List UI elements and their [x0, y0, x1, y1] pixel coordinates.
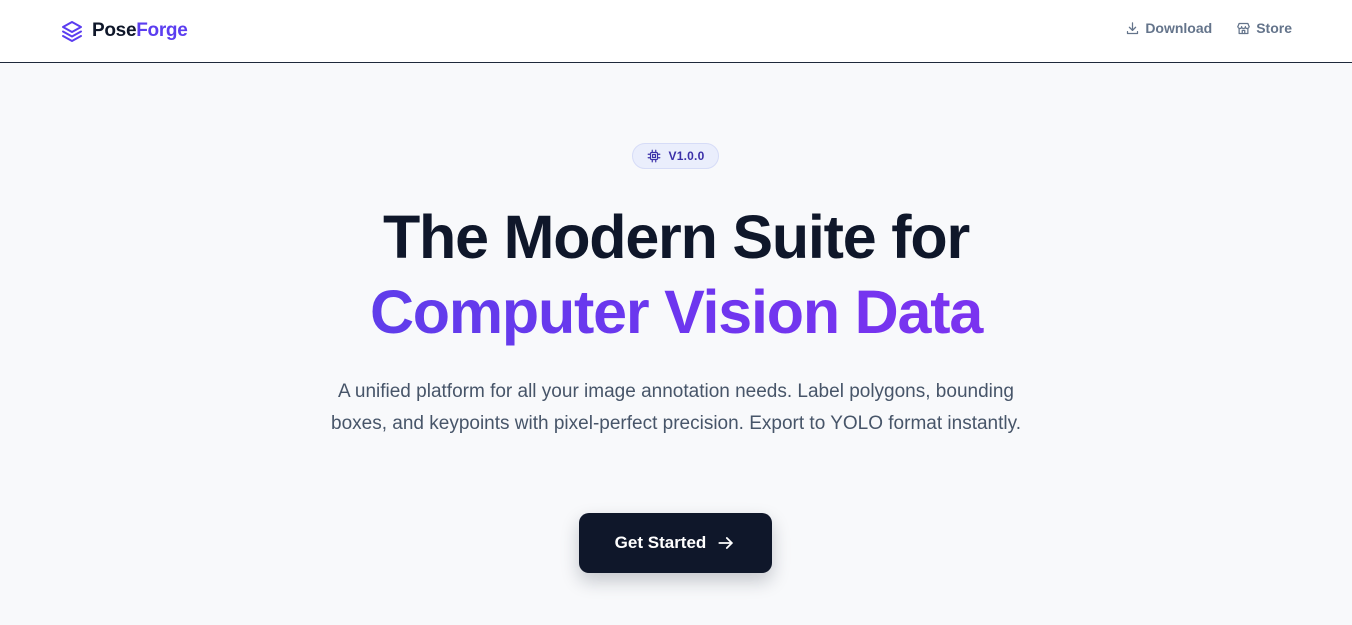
- nav-store-label: Store: [1256, 20, 1292, 36]
- download-icon: [1125, 21, 1140, 36]
- brand-logo[interactable]: PoseForge: [60, 18, 188, 44]
- brand-name-part1: Pose: [92, 20, 137, 41]
- version-badge: V1.0.0: [632, 143, 719, 169]
- get-started-label: Get Started: [614, 533, 707, 552]
- version-label: V1.0.0: [668, 149, 705, 163]
- nav-links: Download Store: [1125, 20, 1292, 36]
- chip-icon: [647, 149, 661, 163]
- hero-subtitle: A unified platform for all your image an…: [331, 381, 1021, 434]
- nav-download-link[interactable]: Download: [1125, 20, 1212, 36]
- brand-name: PoseForge: [92, 20, 188, 42]
- hero-title: The Modern Suite for Computer Vision Dat…: [0, 200, 1352, 350]
- nav-store-link[interactable]: Store: [1236, 20, 1292, 36]
- get-started-button[interactable]: Get Started: [579, 513, 772, 573]
- nav-download-label: Download: [1145, 20, 1213, 36]
- top-navbar: PoseForge Download Store: [0, 0, 1352, 63]
- hero-title-line2: Computer Vision Data: [0, 275, 1352, 350]
- store-icon: [1236, 21, 1251, 36]
- arrow-right-icon: [716, 533, 736, 553]
- layers-icon: [60, 19, 84, 43]
- hero-title-line1: The Modern Suite for: [382, 203, 970, 271]
- brand-name-part2: Forge: [136, 20, 188, 41]
